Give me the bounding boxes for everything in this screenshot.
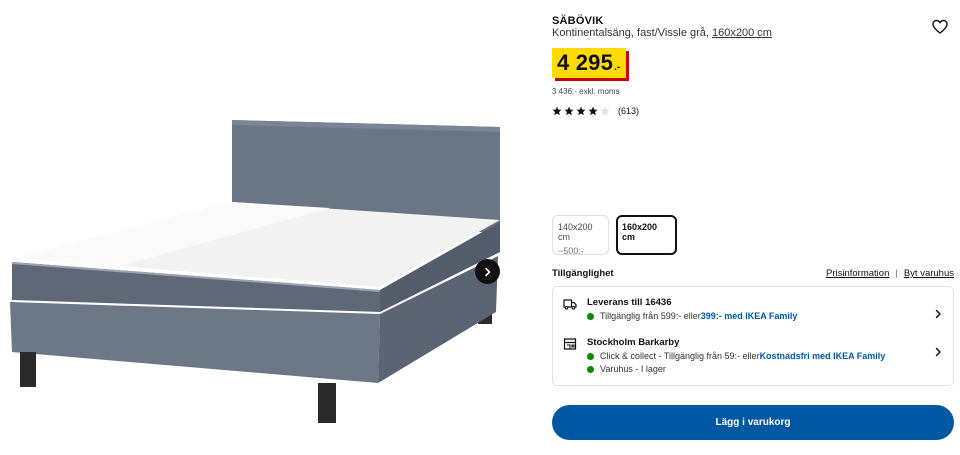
rating-count: (613): [618, 106, 640, 116]
availability-links: Prisinformation | Byt varuhus: [826, 268, 954, 279]
size-option-label: 140x200 cm: [558, 222, 593, 242]
price-tag: 4 295 .-: [552, 48, 627, 78]
price-info-link[interactable]: Prisinformation: [826, 268, 889, 279]
delivery-heading: Leverans till 16436: [587, 297, 672, 308]
heart-icon[interactable]: [932, 19, 948, 35]
next-image-button[interactable]: [475, 259, 500, 284]
chevron-right-icon: [484, 267, 490, 276]
product-name: SÄBÖVIK: [552, 15, 604, 27]
click-collect-status: Click & collect - Tillgänglig från 59:- …: [587, 351, 885, 361]
size-option-140x200[interactable]: 140x200 cm −500:-: [552, 215, 609, 256]
in-stock-dot-icon: [587, 352, 594, 360]
store-heading: Stockholm Barkarby: [587, 337, 680, 348]
delivery-family-price: 399:- med IKEA Family: [700, 311, 798, 321]
store-icon: [563, 338, 577, 350]
truck-icon: [563, 299, 577, 310]
store-stock-text: Varuhus - I lager: [600, 364, 666, 374]
store-stock-status: Varuhus - I lager: [587, 364, 666, 374]
star-empty-icon: [600, 106, 610, 116]
product-description: Kontinentalsäng, fast/Vissle grå, 160x20…: [552, 27, 772, 39]
size-link[interactable]: 160x200 cm: [712, 27, 772, 39]
delivery-status: Tillgänglig från 599:- eller 399:- med I…: [587, 311, 797, 321]
chevron-right-icon: [935, 347, 941, 357]
add-to-cart-button[interactable]: Lägg i varukorg: [552, 405, 954, 440]
size-option-160x200[interactable]: 160x200 cm: [616, 215, 677, 255]
in-stock-dot-icon: [587, 365, 594, 373]
star-filled-icon: [588, 106, 598, 116]
availability-title: Tillgänglighet: [552, 268, 614, 279]
product-image: [10, 120, 500, 423]
star-filled-icon: [576, 106, 586, 116]
product-info-panel: SÄBÖVIK Kontinentalsäng, fast/Vissle grå…: [552, 0, 954, 455]
price-value: 4 295: [557, 50, 614, 75]
price-excl-vat: 3 436:- exkl. moms: [552, 87, 620, 96]
star-filled-icon: [564, 106, 574, 116]
size-option-price-diff: −500:-: [558, 246, 584, 256]
delivery-row[interactable]: Leverans till 16436 Tillgänglig från 599…: [553, 295, 953, 331]
store-row[interactable]: Stockholm Barkarby Click & collect - Til…: [553, 335, 953, 383]
product-image-gallery: [0, 0, 540, 455]
change-store-link[interactable]: Byt varuhus: [904, 268, 954, 279]
click-collect-text: Click & collect - Tillgänglig från 59:- …: [600, 351, 760, 361]
size-option-label: 160x200 cm: [622, 222, 658, 242]
availability-card: Leverans till 16436 Tillgänglig från 599…: [552, 286, 954, 386]
star-filled-icon: [552, 106, 562, 116]
price-suffix: .-: [614, 62, 621, 73]
chevron-right-icon: [935, 309, 941, 319]
in-stock-dot-icon: [587, 312, 594, 320]
product-description-text: Kontinentalsäng, fast/Vissle grå,: [552, 27, 713, 39]
link-separator: |: [895, 268, 898, 279]
delivery-status-text: Tillgänglig från 599:- eller: [600, 311, 701, 321]
click-collect-family-offer: Kostnadsfri med IKEA Family: [759, 351, 886, 361]
rating[interactable]: (613): [552, 106, 639, 116]
